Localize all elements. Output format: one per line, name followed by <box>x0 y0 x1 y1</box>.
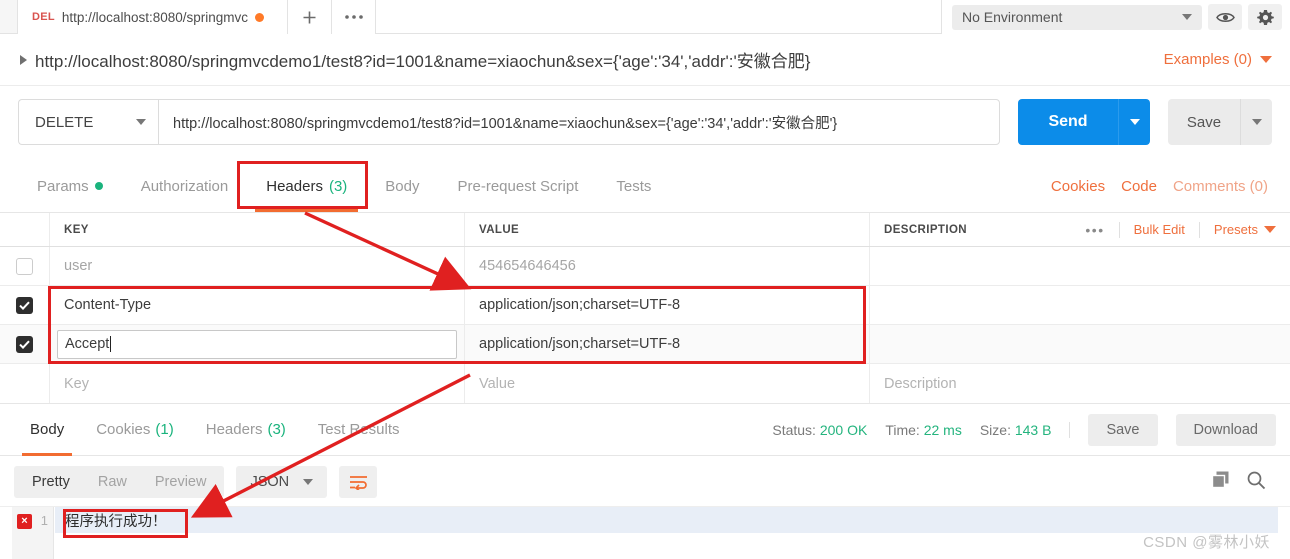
postman-window: DEL http://localhost:8080/springmvc No E… <box>0 0 1290 559</box>
arrow-rows-to-response <box>190 373 471 518</box>
arrow-headers-to-rows <box>304 211 472 291</box>
annotation-arrows <box>190 211 472 518</box>
